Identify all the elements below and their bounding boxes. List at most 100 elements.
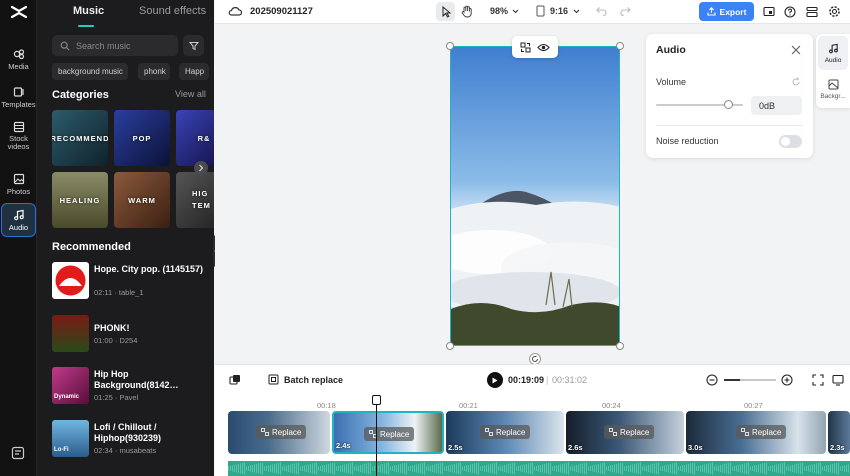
category-tile[interactable]: POP [114,110,170,166]
hand-tool-button[interactable] [461,5,473,18]
chip-happ[interactable]: Happ [179,63,209,80]
categories-next-button[interactable] [194,161,208,175]
time-separator: | [546,375,549,385]
eye-icon[interactable] [537,43,550,52]
noise-reduction-toggle[interactable] [779,135,802,148]
cursor-icon [442,5,451,18]
track-meta: 01:00 · D254 [94,336,138,345]
view-all-link[interactable]: View all [175,89,206,99]
replace-icon [261,428,269,436]
chip-background-music[interactable]: background music [52,63,128,80]
settings-button[interactable] [828,5,841,18]
playhead-handle[interactable] [372,395,381,405]
ratio-dropdown[interactable]: 9:16 [536,5,580,17]
gear-icon [829,6,840,17]
track-thumbnail: Lo-Fi [52,420,89,457]
fit-screen-icon[interactable] [812,374,824,386]
category-tile[interactable]: HEALING [52,172,108,228]
search-box[interactable] [52,35,178,56]
panel-title: Audio [656,44,686,56]
category-tile[interactable]: HIG TEM [176,172,214,228]
video-preview[interactable] [450,46,620,346]
replace-label: Replace [380,429,410,439]
layers-button[interactable] [806,6,818,18]
resize-handle[interactable] [446,42,454,50]
close-icon[interactable] [790,44,802,56]
monitor-icon [763,6,775,17]
split-icon[interactable] [229,374,241,386]
video-clip-selected[interactable]: Replace 2.4s [332,411,444,454]
display-settings-button[interactable] [763,6,775,18]
play-button[interactable] [487,372,503,388]
zoom-dropdown[interactable]: 98% [490,6,519,16]
filter-button[interactable] [183,35,204,56]
reset-icon[interactable] [791,77,801,87]
audio-waveform [228,462,849,475]
video-clip[interactable]: 2.3s [828,411,850,454]
video-clip[interactable]: Replace 2.6s [566,411,684,454]
timeline[interactable]: 00:18 00:21 00:24 00:27 Replace Replace … [215,394,850,476]
audio-properties-panel: Audio Volume 0dB Noise reduction [646,34,813,158]
project-name[interactable]: 202509021127 [250,6,313,17]
chevron-down-icon [512,9,519,13]
list-item[interactable]: Hope. City pop. (1145157) 02:11 · table_… [52,262,212,300]
replace-button[interactable]: Replace [480,425,531,439]
tab-sound-effects[interactable]: Sound effects [139,5,206,17]
replace-button[interactable]: Replace [256,425,307,439]
list-item[interactable]: Lo-Fi Lofi / Chillout / Hiphop(930239) 0… [52,420,212,458]
category-label: WARM [128,195,156,205]
audio-track[interactable] [228,461,850,476]
select-tool-button[interactable] [436,2,455,21]
prop-tab-audio[interactable]: Audio [818,36,848,70]
cloud-sync-icon[interactable] [228,5,242,17]
replace-button[interactable]: Replace [736,425,787,439]
volume-input[interactable]: 0dB [751,96,802,115]
filter-icon [188,41,199,50]
replace-icon[interactable] [520,42,531,53]
category-tile[interactable]: RECOMMEND [52,110,108,166]
track-meta: 01:25 · Pavel [94,393,139,402]
zoom-out-icon[interactable] [706,374,718,386]
replace-icon [609,428,617,436]
redo-button[interactable] [620,6,631,16]
category-tile[interactable]: WARM [114,172,170,228]
clip-duration: 2.6s [568,443,583,452]
category-tile[interactable]: R& [176,110,214,166]
rail-item-photos[interactable]: Photos [1,167,36,201]
replace-button[interactable]: Replace [604,425,655,439]
category-label: POP [132,133,152,143]
tab-music[interactable]: Music [73,5,104,17]
batch-replace-button[interactable]: Batch replace [268,374,343,385]
rail-item-audio[interactable]: Audio [1,203,36,237]
batch-replace-icon [268,374,279,385]
video-clip[interactable]: Replace 3.0s [686,411,826,454]
rail-item-stock-videos[interactable]: Stock videos [1,119,36,153]
resize-handle[interactable] [446,342,454,350]
replace-button[interactable]: Replace [364,427,415,441]
resize-handle[interactable] [616,42,624,50]
recommended-heading: Recommended [52,241,131,253]
zoom-in-icon[interactable] [781,374,793,386]
rail-item-label: Media [8,61,29,71]
resize-handle[interactable] [616,342,624,350]
video-clip[interactable]: Replace 2.5s [446,411,564,454]
list-item[interactable]: Dynamic Hip Hop Background(8142… 01:25 ·… [52,367,212,405]
rail-item-media[interactable]: Media [1,42,36,76]
list-item[interactable]: PHONK! 01:00 · D254 [52,315,212,353]
undo-button[interactable] [596,6,607,16]
search-input[interactable] [76,40,166,51]
captions-icon[interactable] [832,374,844,386]
rail-item-templates[interactable]: Templates [1,80,36,114]
replace-label: Replace [752,427,782,437]
rail-item-label: Photos [6,186,31,196]
playhead[interactable] [376,398,377,476]
property-tabs: Audio Backgr... [816,34,850,108]
chip-phonk[interactable]: phonk [138,63,170,80]
help-button[interactable] [784,6,796,18]
volume-slider-knob[interactable] [723,100,733,109]
feedback-icon[interactable] [11,446,25,460]
export-button[interactable]: Export [699,2,754,21]
video-clip[interactable]: Replace [228,411,330,454]
prop-tab-background[interactable]: Backgr... [818,72,848,106]
music-panel: Music Sound effects background music pho… [37,0,214,476]
